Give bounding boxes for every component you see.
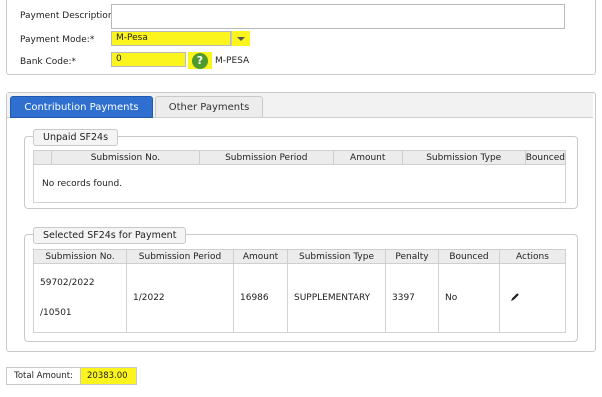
payment-mode-select[interactable]: M-Pesa (111, 31, 250, 46)
column-header-submission-period[interactable]: Submission Period (126, 249, 234, 264)
payment-description-input[interactable] (111, 4, 565, 29)
column-header-amount[interactable]: Amount (332, 150, 403, 165)
unpaid-sf24s-table: Submission No. Submission Period Amount … (33, 150, 567, 203)
help-icon: ? (192, 52, 208, 69)
table-header-row: Submission No. Submission Period Amount … (33, 249, 566, 264)
column-header-actions: Actions (499, 249, 566, 264)
bank-name-text: M-PESA (215, 56, 250, 66)
column-header-submission-type[interactable]: Submission Type (401, 150, 526, 165)
payment-mode-label: Payment Mode:* (20, 35, 95, 45)
column-header-submission-no[interactable]: Submission No. (50, 150, 200, 165)
column-header-select (33, 150, 52, 165)
cell-submission-type: SUPPLEMENTARY (287, 263, 386, 333)
column-header-amount[interactable]: Amount (233, 249, 288, 264)
submission-no-line2: /10501 (40, 307, 72, 318)
column-header-bounced[interactable]: Bounced (438, 249, 500, 264)
unpaid-sf24s-legend: Unpaid SF24s (33, 129, 119, 146)
selected-sf24s-table: Submission No. Submission Period Amount … (33, 249, 566, 333)
cell-penalty: 3397 (385, 263, 439, 333)
payment-mode-value: M-Pesa (111, 31, 231, 46)
selected-sf24s-legend: Selected SF24s for Payment (33, 227, 187, 244)
bank-code-lookup-button[interactable]: ? (188, 52, 212, 69)
cell-amount: 16986 (233, 263, 288, 333)
table-row[interactable]: 59702/2022 /10501 1/2022 16986 SUPPLEMEN… (33, 263, 566, 333)
table-row: No records found. (33, 164, 566, 203)
empty-message: No records found. (33, 164, 566, 203)
tab-other-payments[interactable]: Other Payments (155, 96, 263, 117)
payment-description-label: Payment Description: (20, 11, 117, 21)
column-header-penalty[interactable]: Penalty (385, 249, 439, 264)
cell-submission-period: 1/2022 (126, 263, 234, 333)
column-header-submission-type[interactable]: Submission Type (287, 249, 386, 264)
cell-bounced: No (438, 263, 500, 333)
total-amount-label: Total Amount: (7, 368, 81, 384)
bank-code-label: Bank Code:* (20, 57, 77, 67)
column-header-submission-period[interactable]: Submission Period (198, 150, 334, 165)
chevron-down-icon[interactable] (231, 31, 250, 46)
column-header-bounced[interactable]: Bounced (524, 150, 567, 165)
table-header-row: Submission No. Submission Period Amount … (33, 150, 567, 165)
bank-code-input[interactable]: 0 (111, 52, 186, 67)
cell-submission-no: 59702/2022 /10501 (33, 263, 127, 333)
total-amount-value: 20383.00 (81, 368, 136, 384)
pencil-icon[interactable] (510, 292, 520, 305)
tab-contribution-payments[interactable]: Contribution Payments (10, 96, 153, 118)
total-amount-box: Total Amount: 20383.00 (6, 367, 137, 385)
submission-no-line1: 59702/2022 (40, 277, 95, 288)
cell-actions (499, 263, 566, 333)
column-header-submission-no[interactable]: Submission No. (33, 249, 127, 264)
